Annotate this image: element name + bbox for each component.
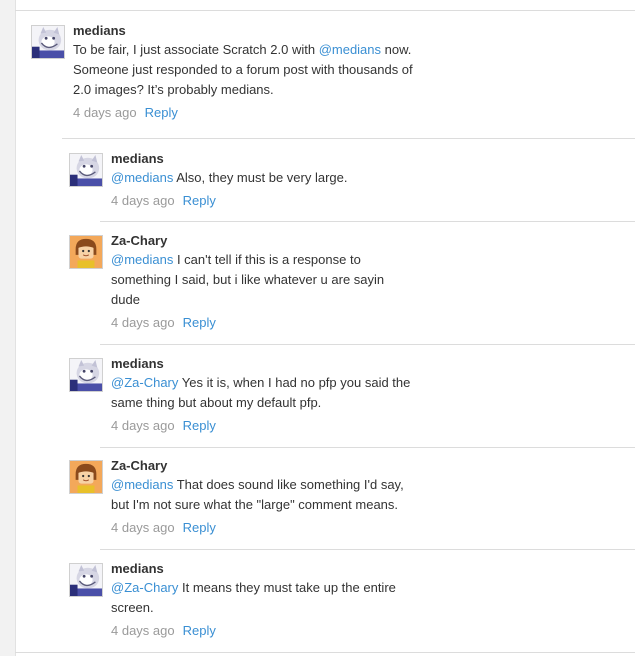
reply-button[interactable]: Reply [145, 105, 178, 120]
comment-username[interactable]: Za-Chary [111, 232, 384, 250]
comment-time: 4 days ago [111, 315, 175, 330]
comment-text: now. [381, 42, 412, 57]
comment-body: medians To be fair, I just associate Scra… [73, 22, 413, 122]
comment-meta: 4 days ago Reply [111, 417, 410, 435]
reply-button[interactable]: Reply [183, 418, 216, 433]
comment-text: dude [111, 292, 140, 307]
comment-time: 4 days ago [111, 520, 175, 535]
comment-divider [100, 221, 635, 222]
comment-body: Za-Chary @medians That does sound like so… [111, 457, 404, 537]
mention-link[interactable]: @medians [111, 170, 173, 185]
comment-line: dude [111, 290, 384, 310]
reply-button[interactable]: Reply [183, 315, 216, 330]
comment-divider [100, 549, 635, 550]
boy-avatar[interactable] [69, 235, 103, 269]
comment-content: @medians Also, they must be very large. [111, 168, 347, 188]
mention-link[interactable]: @medians [111, 252, 173, 267]
comment-text: To be fair, I just associate Scratch 2.0… [73, 42, 319, 57]
comment-divider [100, 447, 635, 448]
comment-line: @Za-Chary It means they must take up the… [111, 578, 396, 598]
comment-time: 4 days ago [111, 418, 175, 433]
comment-line: @medians Also, they must be very large. [111, 168, 347, 188]
comment-content: @Za-Chary It means they must take up the… [111, 578, 396, 618]
comment-line: Someone just responded to a forum post w… [73, 60, 413, 80]
comment-line: screen. [111, 598, 396, 618]
boy-avatar[interactable] [69, 460, 103, 494]
comment-content: To be fair, I just associate Scratch 2.0… [73, 40, 413, 100]
comment-body: medians @medians Also, they must be very … [111, 150, 347, 210]
comment-username[interactable]: Za-Chary [111, 457, 404, 475]
comment-meta: 4 days ago Reply [111, 192, 347, 210]
comment-text: Also, they must be very large. [173, 170, 348, 185]
comment-divider [100, 344, 635, 345]
comment-text: but I'm not sure what the "large" commen… [111, 497, 399, 512]
comment-line: To be fair, I just associate Scratch 2.0… [73, 40, 413, 60]
comment-divider [15, 652, 635, 653]
comment-text: Yes it is, when I had no pfp you said th… [178, 375, 411, 390]
reply-button[interactable]: Reply [183, 193, 216, 208]
comment-line: something I said, but i like whatever u … [111, 270, 384, 290]
cat-avatar[interactable] [31, 25, 65, 59]
comment-body: Za-Chary @medians I can't tell if this is… [111, 232, 384, 332]
comment-content: @medians That does sound like something … [111, 475, 404, 515]
comment-time: 4 days ago [73, 105, 137, 120]
comment-line: @medians That does sound like something … [111, 475, 404, 495]
divider [15, 10, 635, 11]
comment-meta: 4 days ago Reply [111, 622, 396, 640]
mention-link[interactable]: @medians [319, 42, 381, 57]
comment-line: same thing but about my default pfp. [111, 393, 410, 413]
reply-button[interactable]: Reply [183, 520, 216, 535]
comment-text: 2.0 images? It’s probably medians. [73, 82, 274, 97]
comment-line: 2.0 images? It’s probably medians. [73, 80, 413, 100]
comment-text: same thing but about my default pfp. [111, 395, 322, 410]
comment-text: Someone just responded to a forum post w… [73, 62, 413, 77]
comment-text: It means they must take up the entire [178, 580, 396, 595]
comment-time: 4 days ago [111, 193, 175, 208]
cat-avatar[interactable] [69, 153, 103, 187]
comment-username[interactable]: medians [111, 355, 410, 373]
comment-line: @Za-Chary Yes it is, when I had no pfp y… [111, 373, 410, 393]
comment-line: @medians I can't tell if this is a respo… [111, 250, 384, 270]
comment-body: medians @Za-Chary Yes it is, when I had n… [111, 355, 410, 435]
cat-avatar[interactable] [69, 358, 103, 392]
comment-text: I can't tell if this is a response to [173, 252, 361, 267]
mention-link[interactable]: @Za-Chary [111, 580, 178, 595]
comment-text: screen. [111, 600, 154, 615]
comment-meta: 4 days ago Reply [111, 519, 404, 537]
comment-meta: 4 days ago Reply [73, 104, 413, 122]
comment-text: That does sound like something I'd say, [173, 477, 404, 492]
comment-time: 4 days ago [111, 623, 175, 638]
comment-content: @medians I can't tell if this is a respo… [111, 250, 384, 310]
cat-avatar[interactable] [69, 563, 103, 597]
mention-link[interactable]: @Za-Chary [111, 375, 178, 390]
comment-username[interactable]: medians [73, 22, 413, 40]
comment-username[interactable]: medians [111, 560, 396, 578]
comment-text: something I said, but i like whatever u … [111, 272, 385, 287]
comment-meta: 4 days ago Reply [111, 314, 384, 332]
mention-link[interactable]: @medians [111, 477, 173, 492]
comment-content: @Za-Chary Yes it is, when I had no pfp y… [111, 373, 410, 413]
comment-divider [62, 138, 635, 139]
reply-button[interactable]: Reply [183, 623, 216, 638]
comment-username[interactable]: medians [111, 150, 347, 168]
comment-line: but I'm not sure what the "large" commen… [111, 495, 404, 515]
comment-body: medians @Za-Chary It means they must take… [111, 560, 396, 640]
